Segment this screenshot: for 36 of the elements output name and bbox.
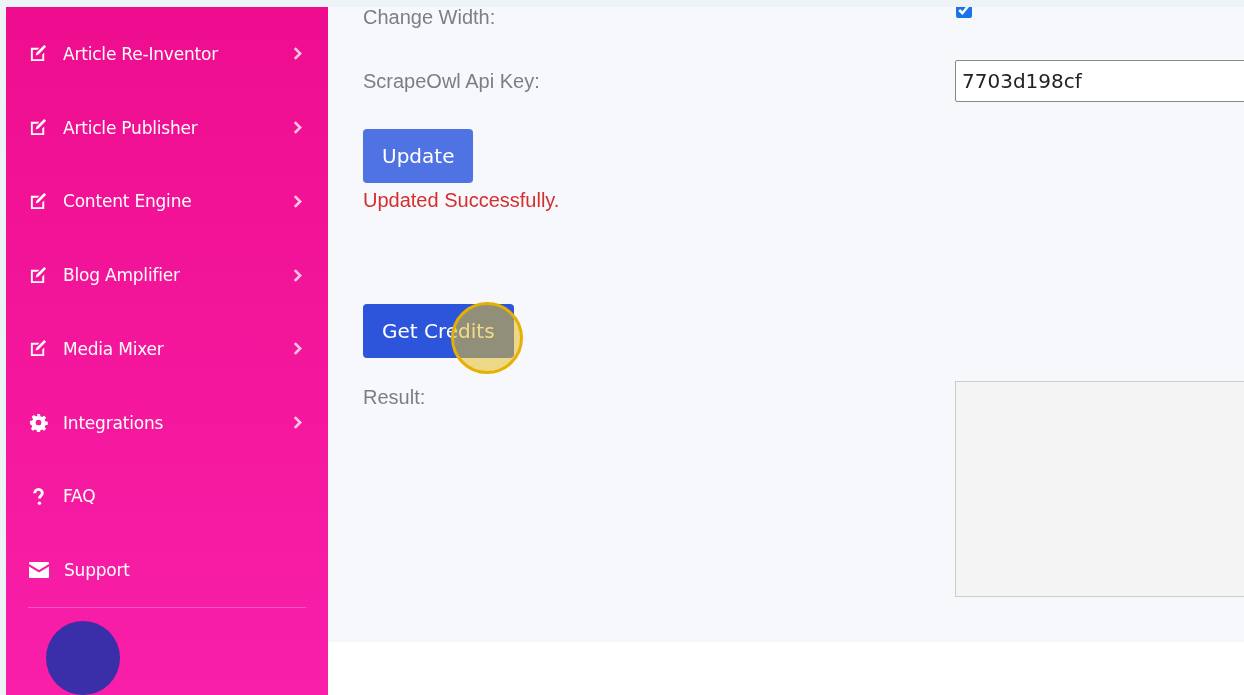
- edit-icon: [29, 339, 48, 359]
- sidebar-label: Integrations: [63, 412, 165, 433]
- field-label: ScrapeOwl Api Key:: [363, 69, 541, 93]
- edit-icon: [29, 44, 48, 64]
- field-label: Change Width:: [363, 7, 497, 27]
- chevron-right-icon: [293, 121, 302, 135]
- sidebar-label: Blog Amplifier: [63, 265, 181, 286]
- chevron-right-icon: [293, 47, 302, 61]
- sidebar-label: Content Engine: [63, 191, 193, 212]
- api-key-field[interactable]: 7703d198cf: [955, 60, 1244, 102]
- settings-icon: [29, 413, 48, 433]
- chevron-right-icon: [293, 416, 302, 430]
- edit-icon: [29, 265, 48, 285]
- sidebar-item[interactable]: Media Mixer: [6, 312, 328, 386]
- result-field[interactable]: [955, 381, 1244, 597]
- edit-icon: [29, 191, 48, 211]
- field-label: Result:: [363, 386, 427, 409]
- sidebar-label: Media Mixer: [63, 338, 165, 359]
- chevron-right-icon: [293, 342, 302, 356]
- chevron-right-icon: [293, 194, 302, 208]
- envelope-icon: [29, 562, 49, 579]
- sidebar-label: Support: [64, 560, 131, 581]
- edit-icon: [29, 118, 48, 138]
- sidebar-item[interactable]: Article Re-Inventor: [6, 17, 328, 91]
- sidebar-item[interactable]: Content Engine: [6, 164, 328, 239]
- sidebar-label: FAQ: [63, 486, 97, 507]
- success-message: Updated Successfully.: [363, 189, 561, 212]
- chevron-right-icon: [293, 268, 302, 282]
- sidebar-item[interactable]: Article Publisher: [6, 90, 328, 165]
- sidebar-item[interactable]: Integrations: [6, 385, 328, 460]
- sidebar-label: Article Re-Inventor: [63, 43, 220, 64]
- sidebar-label: Article Publisher: [63, 117, 199, 138]
- update-button[interactable]: Update: [363, 129, 474, 183]
- sidebar-item[interactable]: FAQ: [6, 459, 328, 534]
- sidebar-item[interactable]: Support: [6, 533, 328, 607]
- sidebar-item[interactable]: Blog Amplifier: [6, 238, 328, 312]
